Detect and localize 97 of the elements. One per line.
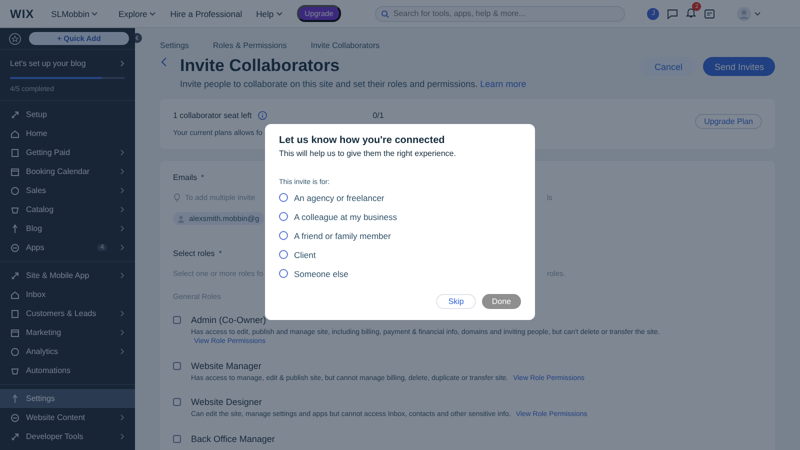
nav-menu[interactable]: Explore <box>118 8 156 18</box>
breadcrumb[interactable]: Settings <box>160 41 189 50</box>
chevron-right-icon[interactable] <box>119 310 125 317</box>
bell-icon[interactable] <box>686 7 696 18</box>
chevron-down-icon[interactable] <box>149 10 156 17</box>
document-icon <box>10 148 20 158</box>
chevron-right-icon[interactable] <box>119 348 125 355</box>
upgrade-plan-button[interactable]: Upgrade Plan <box>695 114 762 129</box>
seats-label: 1 collaborator seat left <box>173 111 252 120</box>
role-name: Website Designer <box>191 397 263 408</box>
radio-button[interactable] <box>279 193 288 202</box>
radio-button[interactable] <box>279 212 288 221</box>
chevron-down-icon[interactable] <box>754 10 762 17</box>
radio-button[interactable] <box>279 231 288 240</box>
dialog-subtitle: This will help us to give them the right experience. <box>279 149 457 158</box>
calendar-icon <box>10 328 20 338</box>
cancel-button[interactable]: Cancel <box>640 57 696 76</box>
role-name: Back Office Manager <box>191 434 275 444</box>
nav-menu[interactable]: Hire a Professional <box>170 8 242 18</box>
star-icon[interactable] <box>9 32 21 44</box>
sidebar-item[interactable]: Blog <box>0 219 135 238</box>
sidebar-label: Settings <box>26 394 56 403</box>
sidebar-item[interactable]: Customers & Leads <box>0 304 135 323</box>
info-icon[interactable] <box>258 111 267 120</box>
learn-more-link[interactable]: Learn more <box>480 79 526 89</box>
sidebar-label: Inbox <box>26 290 47 299</box>
chevron-down-icon[interactable] <box>276 10 283 17</box>
chevron-right-icon[interactable] <box>119 149 125 156</box>
dialog-title: Let us know how you're connected <box>279 135 446 146</box>
site-menu[interactable]: SLMobbin <box>51 8 98 18</box>
sidebar-item[interactable]: Getting Paid <box>0 143 135 162</box>
sidebar-label: Home <box>26 129 48 138</box>
calendar-icon <box>10 166 20 176</box>
required-mark: * <box>201 173 204 182</box>
sidebar-item[interactable]: Booking Calendar <box>0 162 135 181</box>
sidebar-item[interactable]: Inbox <box>0 285 135 304</box>
sidebar-label: Automations <box>26 366 72 375</box>
document-icon <box>10 308 20 318</box>
radio-button[interactable] <box>279 269 288 278</box>
person-icon <box>178 214 184 222</box>
sidebar-item[interactable]: Website Content <box>0 408 135 427</box>
home-icon <box>10 128 20 138</box>
chat-icon[interactable] <box>667 8 678 18</box>
field-label: Emails <box>173 173 198 182</box>
sidebar-item[interactable]: Analytics <box>0 342 135 361</box>
breadcrumb: Invite Collaborators <box>310 41 380 50</box>
page-subtitle: Invite people to collaborate on this site and set their roles and permissions. Learn more <box>180 79 526 89</box>
role-name: Admin (Co-Owner) <box>191 315 268 325</box>
chevron-right-icon[interactable] <box>119 225 125 232</box>
news-icon[interactable] <box>704 8 716 18</box>
radio-option[interactable]: A colleague at my business <box>279 207 521 226</box>
radio-option[interactable]: A friend or family member <box>279 226 521 245</box>
chevron-right-icon[interactable] <box>119 433 125 440</box>
search-field[interactable]: Search for tools, apps, help & more... <box>375 6 626 22</box>
wix-logo[interactable]: WIX <box>10 6 34 20</box>
nav-menu[interactable]: Help <box>256 8 283 18</box>
profile-avatar[interactable] <box>737 6 752 20</box>
sidebar-item[interactable]: Developer Tools <box>0 427 135 446</box>
sidebar-item[interactable]: Settings <box>0 389 135 408</box>
sidebar-item[interactable]: Home <box>0 124 135 143</box>
checkbox[interactable] <box>173 434 181 443</box>
setup-title[interactable]: Let's set up your blog <box>10 59 86 68</box>
sidebar-item[interactable]: Marketing <box>0 323 135 342</box>
sidebar-item[interactable]: Sales <box>0 181 135 200</box>
field-label: Select roles <box>173 249 215 258</box>
role-name: Website Manager <box>191 360 262 371</box>
radio-option[interactable]: An agency or freelancer <box>279 188 521 207</box>
send-invites-button[interactable]: Send Invites <box>703 57 775 76</box>
chevron-right-icon[interactable] <box>119 329 125 336</box>
home-icon <box>10 290 20 300</box>
sidebar-item[interactable]: Site & Mobile App <box>0 266 135 285</box>
required-mark: * <box>218 249 222 258</box>
lightbulb-icon <box>173 193 181 202</box>
checkbox[interactable] <box>173 316 181 324</box>
collapse-button[interactable] <box>135 33 142 43</box>
radio-option[interactable]: Someone else <box>279 264 521 283</box>
seat-count: 0/1 <box>372 111 384 120</box>
radio-button[interactable] <box>279 250 288 259</box>
sidebar-item[interactable]: Setup <box>0 105 135 124</box>
sidebar-item[interactable]: Catalog <box>0 200 135 219</box>
sidebar-item[interactable]: Automations <box>0 361 135 380</box>
chevron-right-icon[interactable] <box>119 272 125 279</box>
skip-button[interactable]: Skip <box>436 294 476 309</box>
sidebar-label: Setup <box>26 110 48 119</box>
page-title: Invite Collaborators <box>180 56 341 76</box>
radio-option[interactable]: Client <box>279 245 521 264</box>
chevron-left-icon <box>135 35 140 41</box>
chevron-right-icon[interactable] <box>119 206 125 213</box>
chevron-right-icon[interactable] <box>119 244 125 251</box>
chevron-down-icon[interactable] <box>91 10 98 17</box>
chevron-right-icon[interactable] <box>119 168 125 175</box>
chevron-right-icon[interactable] <box>119 187 125 194</box>
checkbox[interactable] <box>173 362 181 370</box>
breadcrumb[interactable]: Roles & Permissions <box>212 41 287 50</box>
chevron-right-icon[interactable] <box>119 414 125 421</box>
chevron-right-icon[interactable] <box>119 60 125 67</box>
checkbox[interactable] <box>173 398 181 406</box>
